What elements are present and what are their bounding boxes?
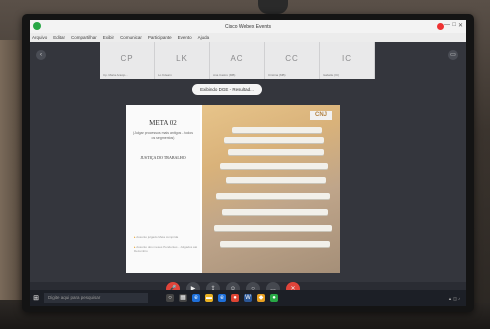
paper-sheet xyxy=(232,127,322,133)
participant-name: Cp. Maria Araújo... xyxy=(103,73,128,77)
webex-taskbar-icon[interactable]: ● xyxy=(270,294,278,302)
participant-initials: IC xyxy=(342,54,352,63)
shared-slide: META 02 (Julgar processos mais antigos -… xyxy=(126,105,340,273)
participant-tile[interactable]: CP Cp. Maria Araújo... xyxy=(100,42,155,79)
taskbar-search-input[interactable]: Digite aqui para pesquisar xyxy=(44,293,148,303)
menu-participant[interactable]: Participante xyxy=(148,35,172,40)
meeting-area: ‹ ▭ CP Cp. Maria Araújo... LK Lo Kdearn … xyxy=(30,42,466,303)
participant-tile[interactable]: AC Ana Castro (MB) xyxy=(210,42,265,79)
participant-name: Cristina (MB) xyxy=(268,73,286,77)
window-title: Cisco Webex Events xyxy=(224,24,272,30)
paper-sheet xyxy=(220,241,330,247)
participant-tile[interactable]: IC Isabelle (IC) xyxy=(320,42,375,79)
menu-share[interactable]: Compartilhar xyxy=(71,35,97,40)
recording-icon xyxy=(437,23,444,30)
window-titlebar: Cisco Webex Events — □ ✕ xyxy=(30,20,466,33)
minimize-button[interactable]: — xyxy=(444,22,450,28)
paper-sheet xyxy=(224,137,324,143)
sharing-indicator[interactable]: Exibindo DGE - Resultad... xyxy=(192,84,262,95)
file-explorer-icon[interactable]: ▬ xyxy=(205,294,213,302)
slide-heading: META 02 xyxy=(149,119,177,127)
menu-view[interactable]: Exibir xyxy=(103,35,114,40)
menu-file[interactable]: Arquivo xyxy=(32,35,47,40)
participant-initials: LK xyxy=(176,54,188,63)
menu-event[interactable]: Evento xyxy=(178,35,192,40)
participant-name: Ana Castro (MB) xyxy=(213,73,236,77)
cortana-icon[interactable]: ○ xyxy=(166,294,174,302)
system-tray[interactable]: ▲ ◫ ♪ xyxy=(448,296,460,301)
app-icon[interactable]: ◆ xyxy=(257,294,265,302)
task-view-icon[interactable]: ▦ xyxy=(179,294,187,302)
paper-sheet xyxy=(222,209,328,215)
participant-tile[interactable]: CC Cristina (MB) xyxy=(265,42,320,79)
edge-icon[interactable]: e xyxy=(192,294,200,302)
cable xyxy=(258,0,288,14)
layout-icon[interactable]: ▭ xyxy=(448,50,458,60)
chrome-icon[interactable]: ● xyxy=(231,294,239,302)
participant-strip: CP Cp. Maria Araújo... LK Lo Kdearn AC A… xyxy=(100,42,375,79)
participant-name: Isabelle (IC) xyxy=(323,73,340,77)
slide-photo-paper-stack: CNJ xyxy=(202,105,340,273)
paper-sheet xyxy=(214,225,332,231)
close-button[interactable]: ✕ xyxy=(458,22,463,29)
slide-item: Assunto dos meses Pendentes - Julgados a… xyxy=(134,245,200,253)
participant-initials: CP xyxy=(120,54,134,63)
participant-initials: CC xyxy=(285,54,299,63)
screen: Cisco Webex Events — □ ✕ Arquivo Editar … xyxy=(30,20,466,306)
participant-initials: AC xyxy=(230,54,244,63)
paper-sheet xyxy=(220,163,328,169)
taskbar-apps: ○ ▦ e ▬ e ● W ◆ ● xyxy=(166,294,278,302)
slide-court: JUSTIÇA DO TRABALHO xyxy=(140,155,186,160)
menu-edit[interactable]: Editar xyxy=(53,35,65,40)
windows-start-icon[interactable]: ⊞ xyxy=(30,294,42,302)
paper-sheet xyxy=(228,149,324,155)
slide-subtitle: (Julgar processos mais antigos - todos o… xyxy=(133,131,193,140)
participant-name: Lo Kdearn xyxy=(158,73,172,77)
ie-icon[interactable]: e xyxy=(218,294,226,302)
paper-sheet xyxy=(216,193,330,199)
paper-sheet xyxy=(226,177,326,183)
menu-bar: Arquivo Editar Compartilhar Exibir Comun… xyxy=(30,33,466,42)
slide-item: Assunto julgado Meta cumprida xyxy=(134,235,178,239)
maximize-button[interactable]: □ xyxy=(452,22,456,28)
participant-tile[interactable]: LK Lo Kdearn xyxy=(155,42,210,79)
word-icon[interactable]: W xyxy=(244,294,252,302)
windows-taskbar: ⊞ Digite aqui para pesquisar ○ ▦ e ▬ e ●… xyxy=(30,290,466,306)
slide-text-panel: META 02 (Julgar processos mais antigos -… xyxy=(126,105,200,273)
panel-toggle-icon[interactable]: ‹ xyxy=(36,50,46,60)
menu-communicate[interactable]: Comunicar xyxy=(120,35,142,40)
menu-help[interactable]: Ajuda xyxy=(198,35,210,40)
monitor: Cisco Webex Events — □ ✕ Arquivo Editar … xyxy=(22,14,474,312)
cnj-logo: CNJ xyxy=(310,111,332,120)
